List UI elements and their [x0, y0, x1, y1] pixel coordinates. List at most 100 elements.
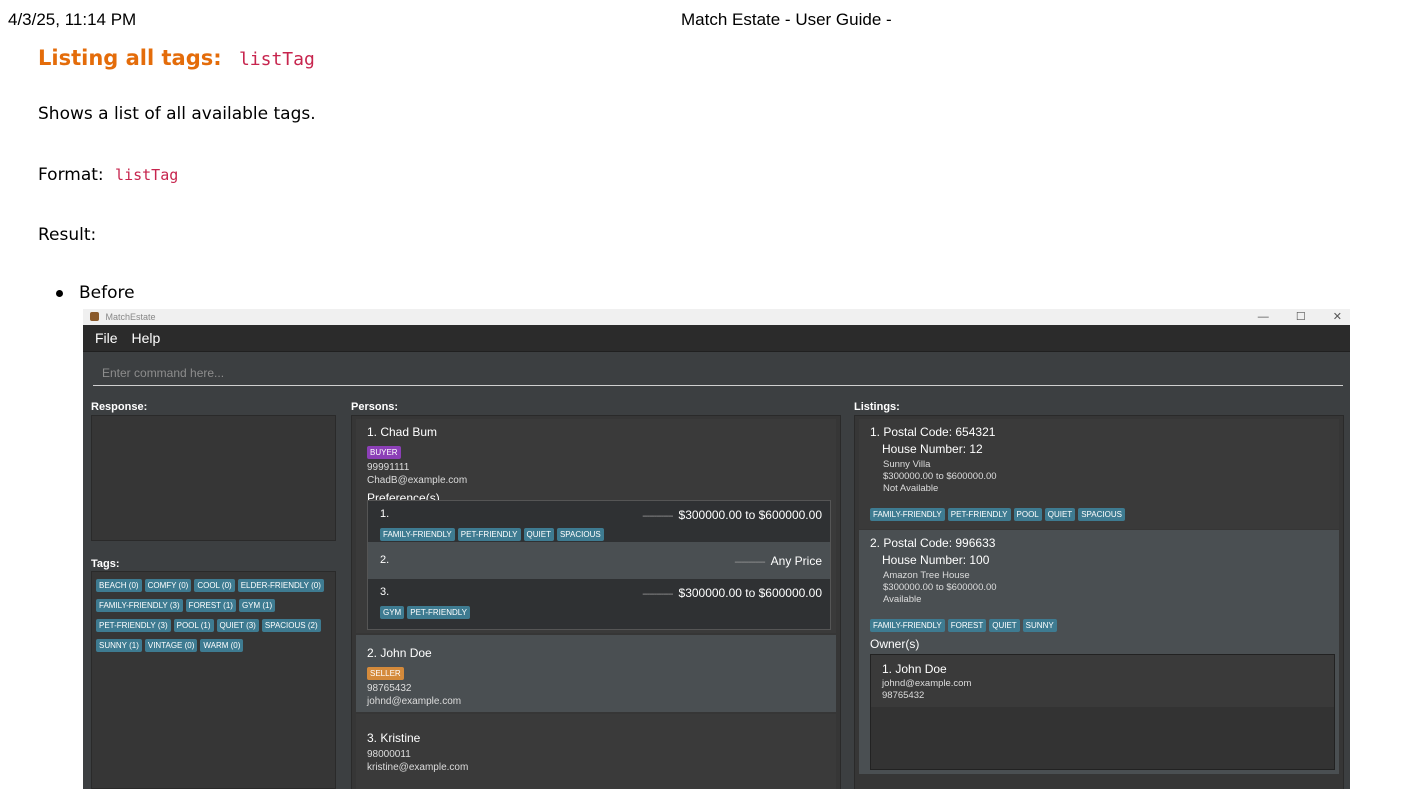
- tags-list: BEACH (0) COMFY (0) COOL (0) ELDER-FRIENDLY…: [96, 575, 336, 655]
- tag-chip: POOL: [1013, 508, 1042, 521]
- tag-chip: QUIET: [989, 619, 1020, 632]
- tag-chip: FAMILY-FRIENDLY: [870, 619, 945, 632]
- preference-price: ------------- $300000.00 to $600000.00: [642, 508, 822, 522]
- listings-label: Listings:: [854, 401, 900, 413]
- tag-chip: VINTAGE (0): [144, 639, 198, 652]
- listing-postal-code: 2. Postal Code: 996633: [870, 536, 996, 550]
- preference-price: ------------- $300000.00 to $600000.00: [642, 586, 822, 600]
- minimize-icon[interactable]: —: [1258, 311, 1269, 323]
- listing-postal-code: 1. Postal Code: 654321: [870, 425, 996, 439]
- bullet-dot: [56, 289, 63, 297]
- format-command: listTag: [115, 166, 179, 184]
- response-box[interactable]: [91, 415, 336, 541]
- print-date: 4/3/25, 11:14 PM: [8, 10, 137, 29]
- bullet-item: Before: [56, 283, 135, 303]
- preference-row[interactable]: 1. ------------- $300000.00 to $600000.00…: [368, 501, 830, 542]
- persons-label: Persons:: [351, 401, 399, 413]
- person-card[interactable]: 2. John Doe SELLER 98765432 johnd@exampl…: [356, 635, 836, 712]
- preference-price-text: Any Price: [770, 554, 822, 568]
- tag-chip: BEACH (0): [96, 579, 142, 592]
- tag-chip: FAMILY-FRIENDLY (3): [96, 599, 183, 612]
- person-phone: 99991111: [367, 462, 410, 473]
- preferences-list: 1. ------------- $300000.00 to $600000.00…: [367, 500, 831, 630]
- tag-chip: QUIET (3): [216, 619, 259, 632]
- listing-status: Available: [883, 594, 922, 605]
- menu-file[interactable]: File: [95, 330, 118, 346]
- tags-label: Tags:: [91, 558, 120, 570]
- tag-chip: SPACIOUS (2): [261, 619, 321, 632]
- owner-email: johnd@example.com: [882, 678, 972, 689]
- tag-chip: COOL (0): [194, 579, 235, 592]
- preference-number: 3.: [380, 586, 390, 598]
- owners-heading: Owner(s): [870, 637, 920, 651]
- person-name: 3. Kristine: [367, 731, 421, 745]
- format-label: Format:: [38, 165, 104, 185]
- tag-chip: QUIET: [1044, 508, 1076, 521]
- tag-chip: FOREST (1): [185, 599, 236, 612]
- section-heading: Listing all tags: listTag: [38, 44, 1378, 74]
- tag-chip: FOREST: [947, 619, 987, 632]
- owners-list: 1. John Doe johnd@example.com 98765432: [870, 654, 1335, 770]
- tag-chip: GYM: [380, 606, 405, 619]
- format-line: Format: listTag: [38, 165, 178, 185]
- listing-card[interactable]: 1. Postal Code: 654321 House Number: 12 …: [859, 419, 1339, 529]
- result-label: Result:: [38, 225, 97, 245]
- preference-number: 2.: [380, 554, 390, 566]
- owner-card[interactable]: 1. John Doe johnd@example.com 98765432: [871, 655, 1334, 707]
- person-email: kristine@example.com: [367, 762, 469, 773]
- owner-name: 1. John Doe: [882, 662, 947, 676]
- section-heading-command: listTag: [238, 49, 315, 70]
- person-email: johnd@example.com: [367, 696, 462, 707]
- menu-bar: File Help: [83, 325, 1350, 352]
- print-header: 4/3/25, 11:14 PM Match Estate - User Gui…: [0, 10, 1405, 30]
- tag-chip: PET-FRIENDLY: [947, 508, 1011, 521]
- listing-house-number: House Number: 100: [882, 553, 990, 567]
- price-dashes: -------------: [734, 557, 765, 568]
- role-badge: SELLER: [367, 667, 404, 680]
- bullet-text: Before: [79, 283, 135, 303]
- listing-status: Not Available: [883, 483, 939, 494]
- print-title: Match Estate - User Guide -: [681, 10, 892, 29]
- owner-phone: 98765432: [882, 690, 925, 701]
- preference-row[interactable]: 2. ------------- Any Price: [368, 542, 830, 579]
- tag-chip: PET-FRIENDLY: [457, 528, 521, 541]
- listing-tags: FAMILY-FRIENDLY PET-FRIENDLY POOL QUIET SPAC…: [870, 504, 1328, 524]
- listing-name: Amazon Tree House: [883, 570, 970, 581]
- person-phone: 98765432: [367, 683, 412, 694]
- tag-chip: SPACIOUS: [1078, 508, 1125, 521]
- app-house-icon: [90, 312, 99, 321]
- preference-row[interactable]: 3. ------------- $300000.00 to $600000.00…: [368, 579, 830, 629]
- title-bar: MatchEstate — ☐ ✕: [83, 309, 1350, 325]
- listing-tags: FAMILY-FRIENDLY FOREST QUIET SUNNY: [870, 615, 1328, 635]
- tag-chip: QUIET: [523, 528, 554, 541]
- tag-chip: FAMILY-FRIENDLY: [380, 528, 455, 541]
- description: Shows a list of all available tags.: [38, 104, 316, 124]
- listing-price: $300000.00 to $600000.00: [883, 582, 997, 593]
- preference-number: 1.: [380, 508, 390, 520]
- preference-tags: GYM PET-FRIENDLY: [380, 602, 473, 622]
- person-name: 2. John Doe: [367, 646, 432, 660]
- tag-chip: GYM (1): [238, 599, 276, 612]
- window-controls: — ☐ ✕: [1234, 309, 1342, 325]
- menu-help[interactable]: Help: [131, 330, 160, 346]
- command-input[interactable]: Enter command here...: [93, 361, 1343, 386]
- user-guide-section: Listing all tags: listTag Shows a list o…: [38, 44, 1378, 303]
- tag-chip: PET-FRIENDLY: [407, 606, 470, 619]
- person-name: 1. Chad Bum: [367, 425, 438, 439]
- tag-chip: SUNNY (1): [96, 639, 142, 652]
- person-card[interactable]: 3. Kristine 98000011 kristine@example.co…: [356, 714, 836, 789]
- tag-chip: POOL (1): [173, 619, 214, 632]
- tag-chip: COMFY (0): [144, 579, 192, 592]
- listing-house-number: House Number: 12: [882, 442, 983, 456]
- price-dashes: -------------: [642, 511, 673, 522]
- price-dashes: -------------: [642, 589, 673, 600]
- preference-tags: FAMILY-FRIENDLY PET-FRIENDLY QUIET SPACIOUS: [380, 524, 607, 544]
- close-icon[interactable]: ✕: [1333, 311, 1342, 323]
- section-heading-text: Listing all tags:: [38, 46, 222, 70]
- response-label: Response:: [91, 401, 148, 413]
- preference-price: ------------- Any Price: [734, 554, 822, 568]
- maximize-icon[interactable]: ☐: [1296, 311, 1306, 323]
- tag-chip: PET-FRIENDLY (3): [96, 619, 171, 632]
- app-window: MatchEstate — ☐ ✕ File Help Enter comman…: [83, 309, 1350, 789]
- person-email: ChadB@example.com: [367, 475, 468, 486]
